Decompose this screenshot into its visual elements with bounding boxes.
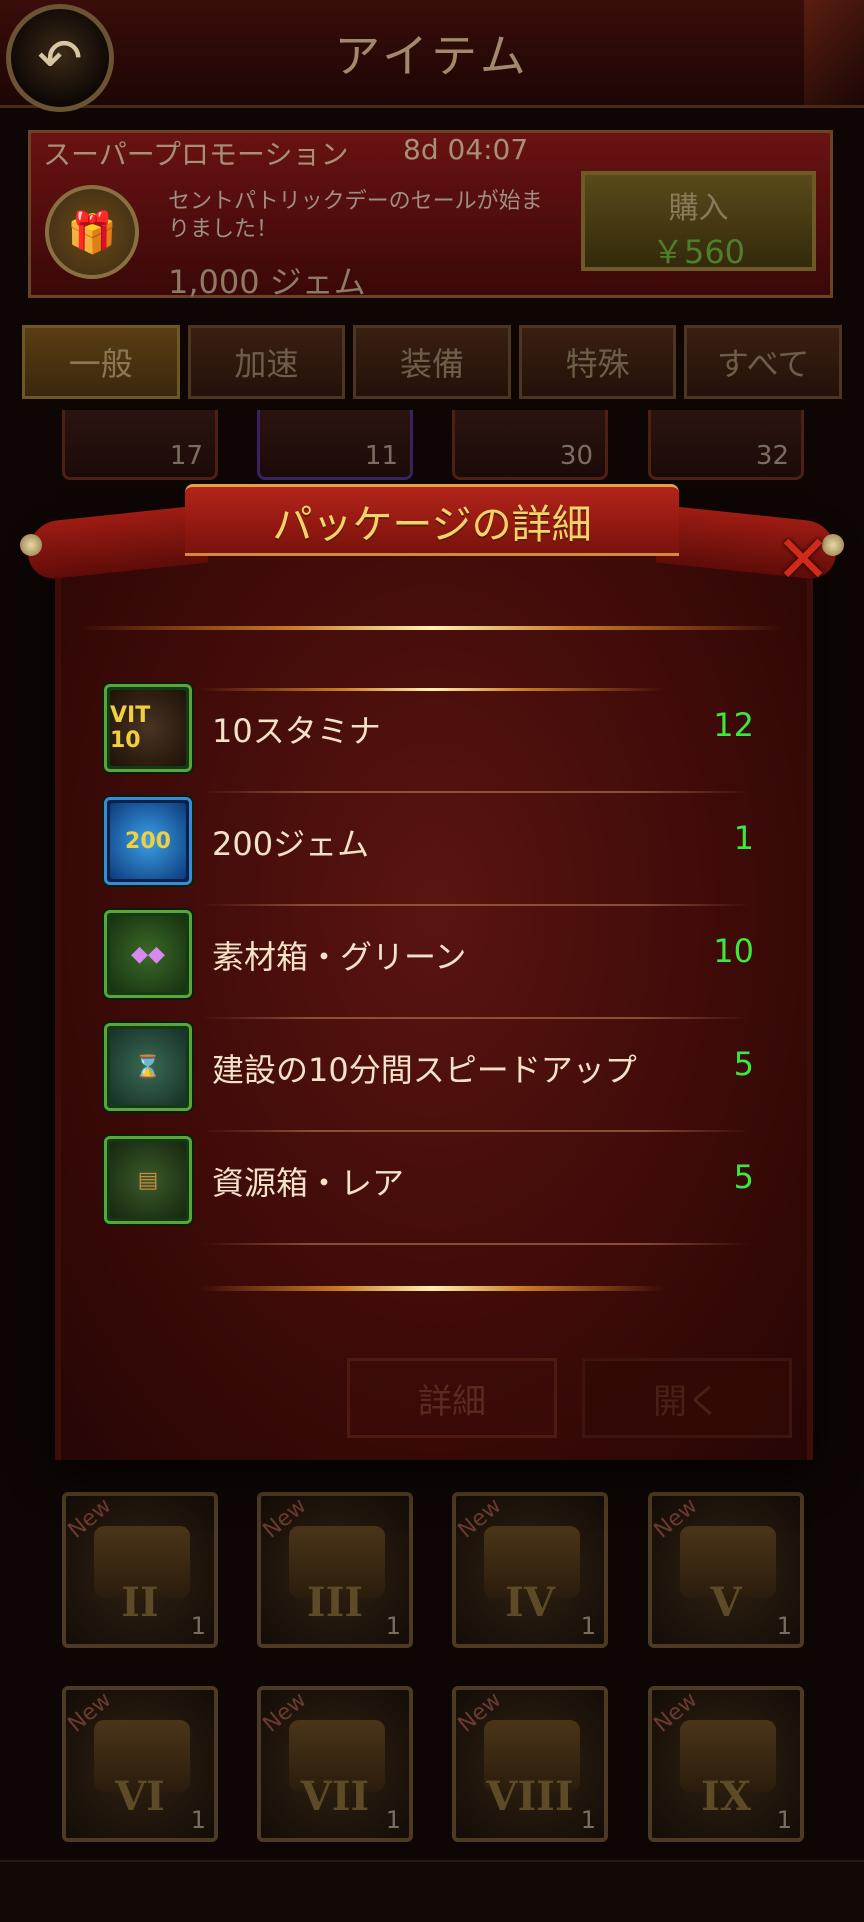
dialog-banner: パッケージの詳細 — [20, 480, 844, 582]
item-quantity: 1 — [733, 819, 754, 857]
top-bar: ↶ アイテム — [0, 0, 864, 112]
chest-slot[interactable]: New III 1 — [257, 1492, 413, 1648]
open-button[interactable]: 開く — [582, 1358, 792, 1438]
tab-all[interactable]: すべて — [684, 325, 842, 399]
chest-slot[interactable]: New V 1 — [648, 1492, 804, 1648]
hourglass-hammer-icon: ⌛ — [104, 1023, 192, 1111]
item-row-top: 17 11 30 32 — [62, 410, 804, 480]
gem-icon: 200 — [104, 797, 192, 885]
item-count: 17 — [169, 441, 203, 471]
buy-label: 購入 — [668, 191, 729, 226]
promo-timer: 8d 04:07 — [403, 133, 529, 166]
item-name: 素材箱・グリーン — [212, 938, 467, 976]
item-quantity: 5 — [733, 1158, 754, 1196]
promo-description: セントパトリックデーのセールが始まりました！ — [168, 189, 543, 242]
chest-slot[interactable]: New IX 1 — [648, 1686, 804, 1842]
tab-special[interactable]: 特殊 — [518, 325, 677, 399]
promotion-banner[interactable]: スーパープロモーション 8d 04:07 🎁 セントパトリックデーのセールが始ま… — [28, 130, 833, 301]
item-name: 10スタミナ — [212, 712, 381, 750]
gift-icon: 🎁 — [45, 185, 139, 279]
tab-general[interactable]: 一般 — [22, 325, 180, 399]
bottom-strip — [0, 1860, 864, 1922]
material-box-icon: ◆◆ — [104, 910, 192, 998]
item-count: 1 — [776, 1806, 792, 1834]
item-name: 資源箱・レア — [212, 1164, 405, 1202]
item-grid-row: New VI 1 New VII 1 New VIII 1 New IX 1 — [62, 1686, 804, 1846]
list-item: ▤ 資源箱・レア 5 — [90, 1132, 780, 1245]
corner-decoration — [804, 0, 864, 105]
item-grid-row: New II 1 New III 1 New IV 1 New V 1 — [62, 1492, 804, 1652]
divider-glow — [200, 1286, 664, 1291]
gem-icon-label: 200 — [110, 803, 186, 879]
stamina-icon-label: VIT 10 — [110, 690, 186, 766]
item-name: 建設の10分間スピードアップ — [212, 1051, 637, 1089]
chest-slot[interactable]: New VI 1 — [62, 1686, 218, 1842]
item-count: 1 — [776, 1612, 792, 1640]
item-quantity: 5 — [733, 1045, 754, 1083]
list-item: VIT 10 10スタミナ 12 — [90, 680, 780, 793]
item-slot[interactable]: 30 — [452, 410, 608, 480]
divider-glow — [80, 626, 784, 630]
resource-box-graphic: ▤ — [110, 1142, 186, 1218]
category-tabs: 一般 加速 装備 特殊 すべて — [22, 325, 842, 399]
item-name: 200ジェム — [212, 825, 370, 863]
details-button[interactable]: 詳細 — [347, 1358, 557, 1438]
item-slot[interactable]: 32 — [648, 410, 804, 480]
promo-title: スーパープロモーション — [43, 138, 349, 171]
material-box-graphic: ◆◆ — [110, 916, 186, 992]
chest-slot[interactable]: New VIII 1 — [452, 1686, 608, 1842]
dialog-title: パッケージの詳細 — [272, 502, 592, 548]
row-divider — [202, 1243, 750, 1245]
item-count: 1 — [385, 1612, 401, 1640]
page-title: アイテム — [334, 29, 530, 83]
item-count: 11 — [364, 441, 398, 471]
item-slot[interactable]: 11 — [257, 410, 413, 480]
chest-slot[interactable]: New IV 1 — [452, 1492, 608, 1648]
list-item: 200 200ジェム 1 — [90, 793, 780, 906]
item-count: 1 — [190, 1612, 206, 1640]
item-quantity: 10 — [713, 932, 754, 970]
item-slot[interactable]: 17 — [62, 410, 218, 480]
list-item: ◆◆ 素材箱・グリーン 10 — [90, 906, 780, 1019]
item-count: 1 — [385, 1806, 401, 1834]
item-count: 1 — [580, 1612, 596, 1640]
stamina-icon: VIT 10 — [104, 684, 192, 772]
item-quantity: 12 — [713, 706, 754, 744]
hourglass-graphic: ⌛ — [110, 1029, 186, 1105]
package-item-list: VIT 10 10スタミナ 12 200 200ジェム 1 ◆◆ 素材箱・グリー… — [90, 680, 780, 1245]
chest-slot[interactable]: New VII 1 — [257, 1686, 413, 1842]
tab-equipment[interactable]: 装備 — [353, 325, 511, 399]
tab-speedup[interactable]: 加速 — [187, 325, 346, 399]
buy-price: ￥560 — [651, 233, 746, 271]
chest-slot[interactable]: New II 1 — [62, 1492, 218, 1648]
list-item: ⌛ 建設の10分間スピードアップ 5 — [90, 1019, 780, 1132]
resource-box-icon: ▤ — [104, 1136, 192, 1224]
item-count: 30 — [559, 441, 593, 471]
item-count: 1 — [580, 1806, 596, 1834]
item-count: 1 — [190, 1806, 206, 1834]
promo-gems: 1,000 ジェム — [168, 263, 366, 301]
item-count: 32 — [755, 441, 789, 471]
buy-button[interactable]: 購入 ￥560 — [581, 171, 816, 271]
